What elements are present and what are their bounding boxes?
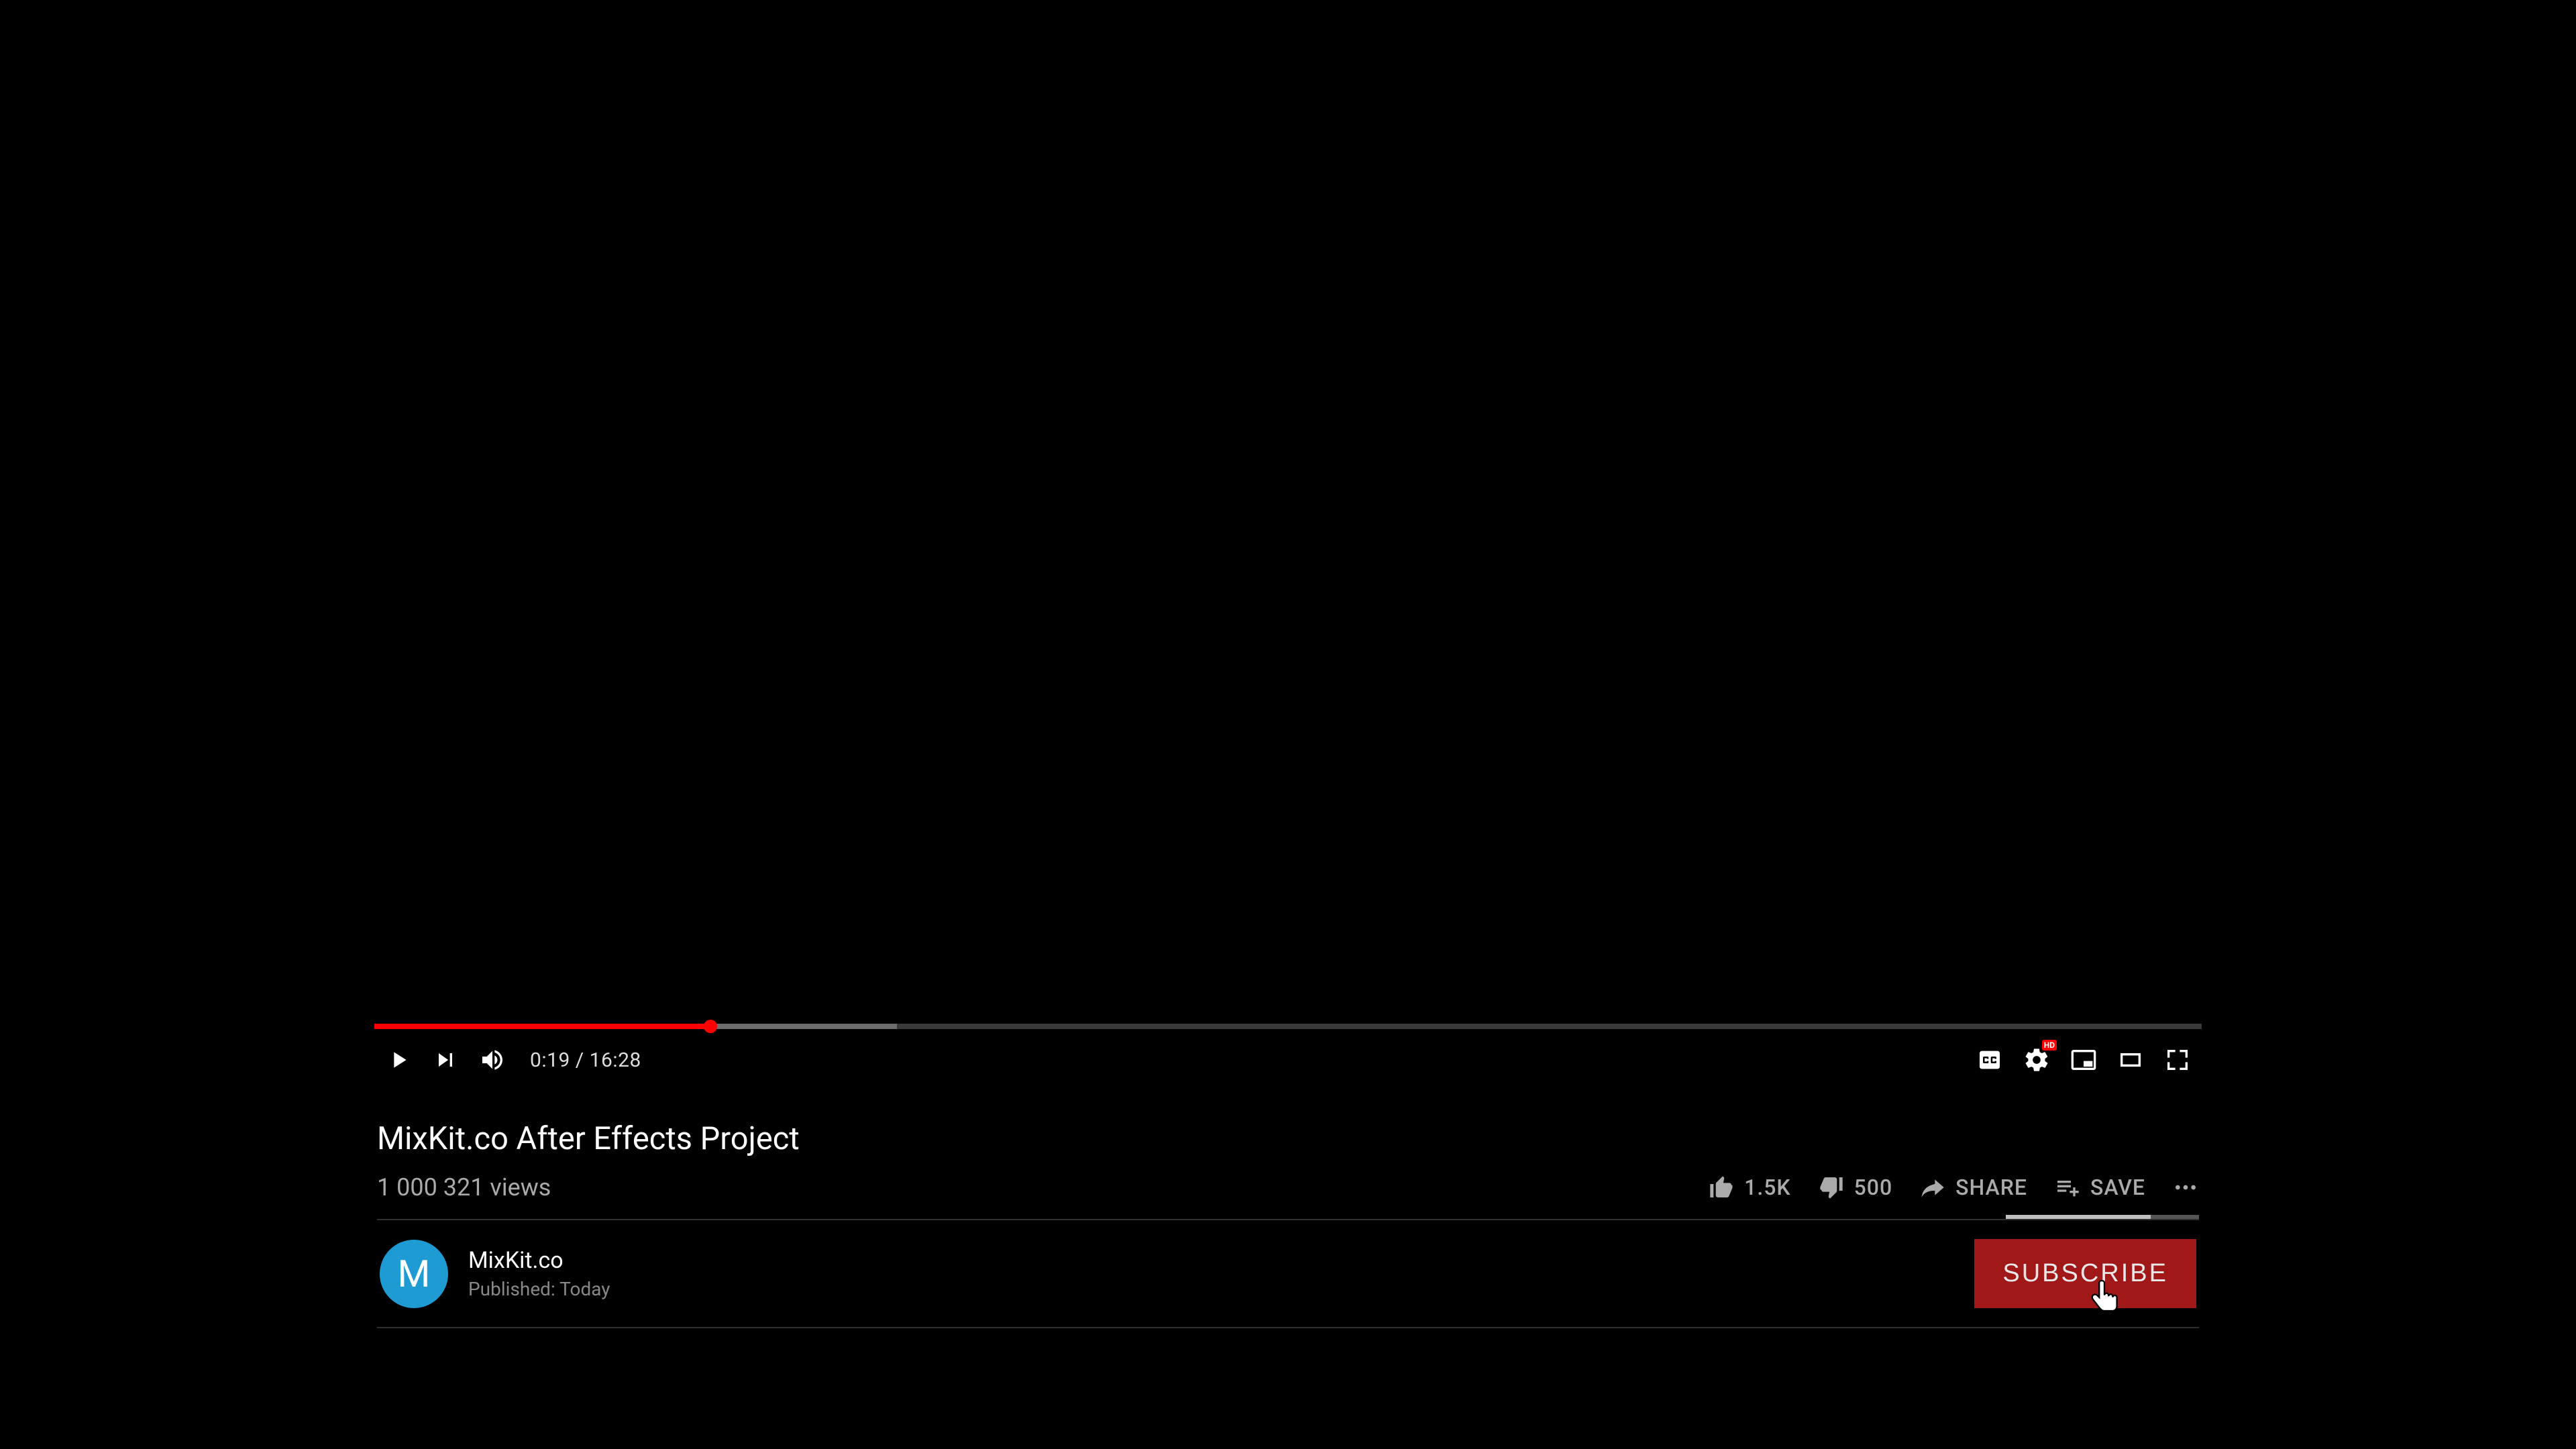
theater-icon bbox=[2117, 1046, 2144, 1073]
fullscreen-icon bbox=[2164, 1046, 2191, 1073]
miniplayer-icon bbox=[2070, 1046, 2097, 1073]
share-label: SHARE bbox=[1955, 1175, 2027, 1200]
dislike-count: 500 bbox=[1854, 1175, 1893, 1200]
captions-button[interactable] bbox=[1974, 1044, 2006, 1076]
video-player-panel: 0:19 / 16:28 HD MixKit.co After Effects … bbox=[374, 1024, 2202, 1328]
thumb-down-icon bbox=[1818, 1174, 1845, 1201]
like-count: 1.5K bbox=[1744, 1175, 1790, 1200]
save-button[interactable]: SAVE bbox=[2054, 1174, 2145, 1201]
video-title: MixKit.co After Effects Project bbox=[377, 1120, 2199, 1157]
more-horizontal-icon bbox=[2172, 1174, 2199, 1201]
channel-name[interactable]: MixKit.co bbox=[468, 1247, 610, 1274]
channel-published: Published: Today bbox=[468, 1278, 610, 1300]
like-button[interactable]: 1.5K bbox=[1708, 1174, 1790, 1201]
next-button[interactable] bbox=[429, 1044, 462, 1076]
settings-button[interactable]: HD bbox=[2021, 1044, 2053, 1076]
progress-played bbox=[374, 1024, 710, 1029]
thumb-up-icon bbox=[1708, 1174, 1735, 1201]
channel-row: M MixKit.co Published: Today SUBSCRIBE bbox=[377, 1220, 2199, 1327]
play-icon bbox=[385, 1046, 412, 1073]
save-label: SAVE bbox=[2090, 1175, 2145, 1200]
more-actions-button[interactable] bbox=[2172, 1174, 2199, 1201]
channel-avatar[interactable]: M bbox=[380, 1240, 448, 1308]
settings-gear-icon bbox=[2023, 1046, 2050, 1073]
volume-button[interactable] bbox=[476, 1044, 508, 1076]
sentiment-like bbox=[2006, 1215, 2151, 1219]
play-button[interactable] bbox=[382, 1044, 415, 1076]
miniplayer-button[interactable] bbox=[2068, 1044, 2100, 1076]
hd-badge: HD bbox=[2042, 1040, 2057, 1051]
video-metadata: MixKit.co After Effects Project 1 000 32… bbox=[374, 1120, 2202, 1328]
meta-row: 1 000 321 views 1.5K 500 SHARE SAVE bbox=[377, 1173, 2199, 1201]
playlist-add-icon bbox=[2054, 1174, 2081, 1201]
dislike-button[interactable]: 500 bbox=[1818, 1174, 1893, 1201]
controls-right: HD bbox=[1974, 1044, 2194, 1076]
time-display: 0:19 / 16:28 bbox=[530, 1049, 641, 1072]
fullscreen-button[interactable] bbox=[2161, 1044, 2194, 1076]
progress-scrubber[interactable] bbox=[704, 1020, 717, 1033]
divider bbox=[377, 1327, 2199, 1328]
volume-icon bbox=[479, 1046, 506, 1073]
theater-mode-button[interactable] bbox=[2114, 1044, 2147, 1076]
controls-left: 0:19 / 16:28 bbox=[382, 1044, 641, 1076]
sentiment-bar bbox=[2006, 1215, 2199, 1219]
view-count: 1 000 321 views bbox=[377, 1173, 551, 1201]
player-controls: 0:19 / 16:28 HD bbox=[374, 1029, 2202, 1091]
subscribe-button[interactable]: SUBSCRIBE bbox=[1974, 1239, 2196, 1308]
next-icon bbox=[432, 1046, 459, 1073]
share-button[interactable]: SHARE bbox=[1919, 1174, 2027, 1201]
progress-bar[interactable] bbox=[374, 1024, 2202, 1029]
action-bar: 1.5K 500 SHARE SAVE bbox=[1708, 1174, 2199, 1201]
channel-info: MixKit.co Published: Today bbox=[468, 1247, 610, 1300]
share-icon bbox=[1919, 1174, 1946, 1201]
captions-icon bbox=[1976, 1046, 2003, 1073]
